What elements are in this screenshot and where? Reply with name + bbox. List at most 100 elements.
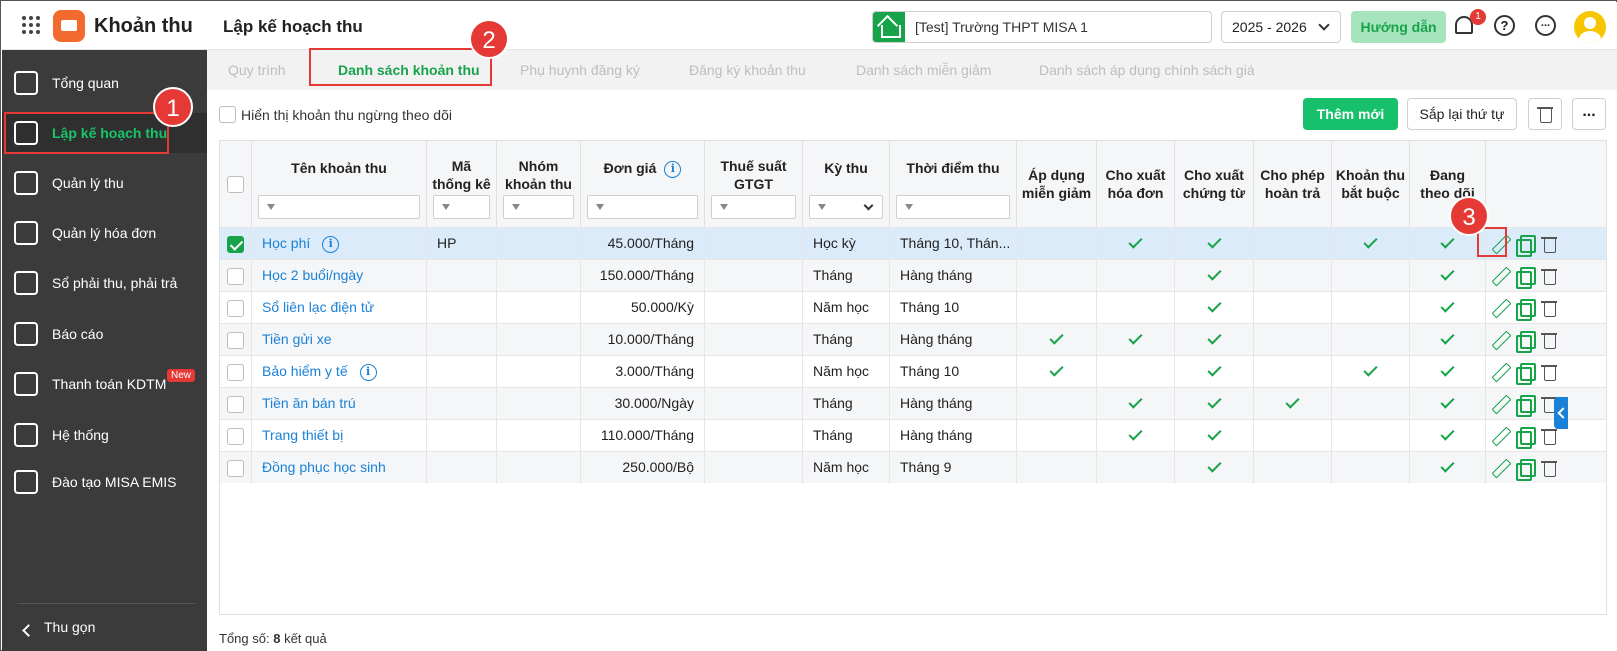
filter-price-input[interactable] xyxy=(587,195,698,219)
filter-vat-input[interactable] xyxy=(711,195,796,219)
avatar[interactable] xyxy=(1574,11,1606,43)
cell-discount xyxy=(1017,292,1097,324)
sidebar-item-9[interactable]: Đào tạo MISA EMIS xyxy=(2,462,207,502)
chevron-left-icon[interactable] xyxy=(22,624,35,637)
card-icon xyxy=(14,372,38,396)
reorder-button[interactable]: Sắp lại thứ tự xyxy=(1407,98,1517,130)
fee-name-link[interactable]: Học phí xyxy=(262,235,310,251)
sidebar-item-4[interactable]: Quản lý hóa đơn xyxy=(2,213,207,253)
copy-icon[interactable] xyxy=(1516,459,1536,481)
help-icon[interactable]: ? xyxy=(1494,15,1515,36)
tab-3[interactable]: Phụ huynh đăng ký xyxy=(520,62,640,78)
table-row[interactable]: Đồng phục học sinh 250.000/Bộ Năm học Tháng… xyxy=(220,451,1606,484)
table-row[interactable]: Tiền gửi xe 10.000/Tháng Tháng Hàng tháng xyxy=(220,323,1606,356)
school-selector[interactable]: [Test] Trường THPT MISA 1 xyxy=(872,11,1212,43)
tab-6[interactable]: Danh sách áp dụng chính sách giá xyxy=(1039,62,1255,78)
bulk-delete-button[interactable] xyxy=(1528,98,1562,130)
table-row[interactable]: Tiền ăn bán trú 30.000/Ngày Tháng Hàng thán… xyxy=(220,387,1606,420)
app-grid-icon[interactable] xyxy=(22,16,40,34)
fee-name-link[interactable]: Đồng phục học sinh xyxy=(262,459,386,475)
edit-pencil-icon[interactable] xyxy=(1491,299,1509,317)
copy-icon[interactable] xyxy=(1516,427,1536,449)
edit-pencil-icon[interactable] xyxy=(1491,459,1509,477)
fee-name-link[interactable]: Trang thiết bị xyxy=(262,427,343,443)
row-checkbox[interactable] xyxy=(227,363,244,381)
copy-icon[interactable] xyxy=(1516,363,1536,385)
edit-pencil-icon[interactable] xyxy=(1491,363,1509,381)
tab-2[interactable]: Danh sách khoản thu xyxy=(338,62,480,78)
filter-code-input[interactable] xyxy=(433,195,490,219)
edit-pencil-icon[interactable] xyxy=(1491,235,1509,253)
header-code-label: Mã thống kê xyxy=(432,158,491,192)
cell-code xyxy=(427,292,497,324)
row-checkbox[interactable] xyxy=(227,299,244,317)
table-row[interactable]: Học phí i HP 45.000/Tháng Học kỳ Tháng 10, Th… xyxy=(220,227,1606,260)
sidebar-item-6[interactable]: Báo cáo xyxy=(2,314,207,354)
row-checkbox[interactable] xyxy=(227,235,244,253)
row-checkbox[interactable] xyxy=(227,395,244,413)
cell-required xyxy=(1332,356,1410,388)
collapse-sidebar-button[interactable]: Thu gọn xyxy=(44,619,95,635)
copy-icon[interactable] xyxy=(1516,299,1536,321)
trash-icon[interactable] xyxy=(1541,459,1559,477)
copy-icon[interactable] xyxy=(1516,267,1536,289)
table-row[interactable]: Bảo hiểm y tế i 3.000/Tháng Năm học Tháng 10 xyxy=(220,355,1606,388)
row-checkbox[interactable] xyxy=(227,267,244,285)
fee-name-link[interactable]: Học 2 buổi/ngày xyxy=(262,267,363,283)
fee-name-link[interactable]: Bảo hiểm y tế xyxy=(262,363,348,379)
fee-name-link[interactable]: Tiền gửi xe xyxy=(262,331,332,347)
school-year-select[interactable]: 2025 - 2026 xyxy=(1221,11,1341,43)
cell-receipt xyxy=(1175,260,1254,292)
cell-price: 3.000/Tháng xyxy=(581,356,705,388)
cell-actions xyxy=(1486,260,1606,292)
tab-5[interactable]: Danh sách miễn giảm xyxy=(856,62,991,78)
row-checkbox[interactable] xyxy=(227,459,244,477)
trash-icon[interactable] xyxy=(1541,363,1559,381)
row-checkbox[interactable] xyxy=(227,331,244,349)
edit-pencil-icon[interactable] xyxy=(1491,395,1509,413)
select-all-checkbox[interactable] xyxy=(227,176,244,193)
edit-pencil-icon[interactable] xyxy=(1491,331,1509,349)
sidebar-item-3[interactable]: Quản lý thu xyxy=(2,163,207,203)
trash-icon[interactable] xyxy=(1541,235,1559,253)
filter-name-input[interactable] xyxy=(258,195,420,219)
show-inactive-checkbox[interactable] xyxy=(219,106,236,123)
edit-pencil-icon[interactable] xyxy=(1491,267,1509,285)
copy-icon[interactable] xyxy=(1516,395,1536,417)
tab-4[interactable]: Đăng ký khoản thu xyxy=(689,62,806,78)
trash-icon[interactable] xyxy=(1541,331,1559,349)
calendar-money-icon xyxy=(14,121,38,145)
table-row[interactable]: Học 2 buổi/ngày 150.000/Tháng Tháng Hàng th… xyxy=(220,259,1606,292)
info-icon[interactable]: i xyxy=(664,160,682,178)
expand-panel-tab[interactable] xyxy=(1554,397,1568,429)
cell-time: Hàng tháng xyxy=(890,324,1017,356)
copy-icon[interactable] xyxy=(1516,235,1536,257)
filter-period-select[interactable] xyxy=(809,195,883,219)
info-icon[interactable]: i xyxy=(359,363,377,381)
sidebar-item-8[interactable]: Hệ thống xyxy=(2,415,207,455)
info-icon[interactable]: i xyxy=(322,235,340,253)
fee-name-link[interactable]: Sổ liên lạc điện tử xyxy=(262,299,374,315)
table-row[interactable]: Sổ liên lạc điện tử 50.000/Kỳ Năm học Tháng… xyxy=(220,291,1606,324)
row-checkbox[interactable] xyxy=(227,427,244,445)
sidebar-item-5[interactable]: Sổ phải thu, phải trả xyxy=(2,263,207,303)
sidebar-item-7[interactable]: Thanh toán KDTM New xyxy=(2,364,207,404)
add-new-button[interactable]: Thêm mới xyxy=(1303,98,1398,130)
fee-name-link[interactable]: Tiền ăn bán trú xyxy=(262,395,356,411)
cell-vat xyxy=(705,388,803,420)
copy-icon[interactable] xyxy=(1516,331,1536,353)
edit-pencil-icon[interactable] xyxy=(1491,427,1509,445)
sidebar-item-label: Quản lý hóa đơn xyxy=(52,225,157,241)
filter-time-input[interactable] xyxy=(896,195,1010,219)
filter-group-input[interactable] xyxy=(503,195,574,219)
trash-icon[interactable] xyxy=(1541,267,1559,285)
trash-icon[interactable] xyxy=(1541,299,1559,317)
guide-button[interactable]: Hướng dẫn xyxy=(1351,11,1446,43)
annotation-badge-1: 1 xyxy=(153,87,193,127)
table-row[interactable]: Trang thiết bị 110.000/Tháng Tháng Hàng thá… xyxy=(220,419,1606,452)
trash-icon[interactable] xyxy=(1541,427,1559,445)
more-options-icon[interactable]: ... xyxy=(1535,15,1556,36)
more-actions-button[interactable]: ... xyxy=(1572,98,1606,130)
chevron-down-icon xyxy=(863,200,874,211)
tab-1[interactable]: Quy trình xyxy=(228,62,286,78)
